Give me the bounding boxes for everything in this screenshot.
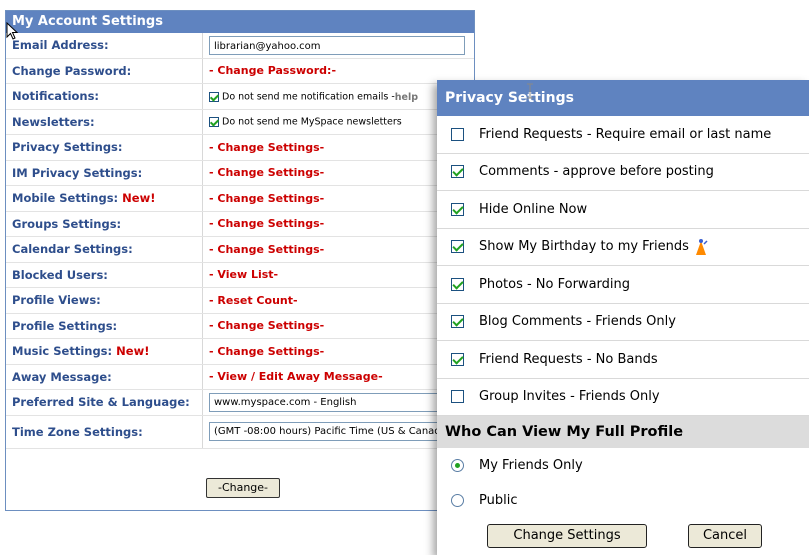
reset-count-link[interactable]: Reset Count <box>217 294 293 307</box>
radio-label: Public <box>479 493 518 508</box>
newsletters-checkbox-label: Do not send me MySpace newsletters <box>222 116 402 128</box>
privacy-settings-label: Privacy Settings: <box>6 134 203 161</box>
privacy-option[interactable]: Hide Online Now <box>437 191 809 229</box>
table-row: IM Privacy Settings: - Change Settings- <box>6 160 474 186</box>
change-password-label: Change Password: <box>6 58 203 84</box>
privacy-option[interactable]: Comments - approve before posting <box>437 154 809 191</box>
privacy-option[interactable]: Friend Requests - Require email or last … <box>437 116 809 154</box>
friend-requests-email-checkbox[interactable] <box>451 127 464 141</box>
email-field[interactable]: librarian@yahoo.com <box>209 35 465 55</box>
away-message-link[interactable]: View / Edit Away Message <box>217 370 378 383</box>
table-row: Change Password: - Change Password:- <box>6 58 474 84</box>
public-radio[interactable] <box>451 494 464 507</box>
table-row: Mobile Settings: New! - Change Settings- <box>6 185 474 212</box>
help-link[interactable]: help <box>395 92 418 103</box>
mobile-settings-link[interactable]: Change Settings <box>217 192 319 205</box>
comments-approve-checkbox[interactable] <box>451 165 464 179</box>
notifications-checkbox-label: Do not send me notification emails - <box>222 91 395 103</box>
blocked-users-label: Blocked Users: <box>6 262 203 288</box>
view-list-link[interactable]: View List <box>217 268 273 281</box>
photos-no-forwarding-checkbox[interactable] <box>451 277 464 291</box>
email-label: Email Address: <box>6 33 203 59</box>
profile-settings-label: Profile Settings: <box>6 313 203 339</box>
newsletters-label: Newsletters: <box>6 109 203 135</box>
group-invites-friends-checkbox[interactable] <box>451 390 464 404</box>
full-profile-heading: Who Can View My Full Profile <box>437 416 809 448</box>
account-settings-table: Email Address: librarian@yahoo.com Chang… <box>6 33 474 449</box>
table-row: Groups Settings: - Change Settings- <box>6 211 474 237</box>
table-row: Privacy Settings: - Change Settings- <box>6 134 474 161</box>
privacy-option[interactable]: Blog Comments - Friends Only <box>437 304 809 341</box>
privacy-option-label: Hide Online Now <box>479 201 588 217</box>
hide-online-now-checkbox[interactable] <box>451 202 464 216</box>
table-row: Blocked Users: - View List- <box>6 262 474 288</box>
new-badge: New! <box>116 344 150 359</box>
privacy-option[interactable]: Photos - No Forwarding <box>437 266 809 304</box>
time-zone-label: Time Zone Settings: <box>6 415 203 449</box>
privacy-option-label: Comments - approve before posting <box>479 164 714 180</box>
change-password-link[interactable]: Change Password: <box>217 64 331 77</box>
my-friends-only-radio[interactable] <box>451 459 464 472</box>
party-hat-icon <box>695 238 708 255</box>
notifications-label: Notifications: <box>6 83 203 110</box>
table-row: Newsletters: Do not send me MySpace news… <box>6 109 474 135</box>
radio-label: My Friends Only <box>479 458 583 473</box>
time-zone-select[interactable]: (GMT -08:00 hours) Pacific Time (US & Ca… <box>209 422 465 441</box>
privacy-option[interactable]: Show My Birthday to my Friends <box>437 229 809 266</box>
music-settings-label: Music Settings: <box>12 344 113 359</box>
change-button[interactable]: -Change- <box>206 478 280 498</box>
table-row: Preferred Site & Language: www.myspace.c… <box>6 389 474 416</box>
mouse-pointer-icon <box>6 22 18 40</box>
table-row: Notifications: Do not send me notificati… <box>6 83 474 110</box>
change-settings-button[interactable]: Change Settings <box>487 524 647 548</box>
privacy-option[interactable]: Friend Requests - No Bands <box>437 341 809 379</box>
calendar-settings-link[interactable]: Change Settings <box>217 243 319 256</box>
mobile-settings-label: Mobile Settings: <box>12 191 119 206</box>
site-language-label: Preferred Site & Language: <box>6 389 203 416</box>
privacy-option[interactable]: Group Invites - Friends Only <box>437 379 809 416</box>
profile-visibility-option[interactable]: My Friends Only <box>437 448 809 483</box>
privacy-option-label: Show My Birthday to my Friends <box>479 239 689 255</box>
cancel-button[interactable]: Cancel <box>688 524 762 548</box>
privacy-option-label: Friend Requests - No Bands <box>479 351 658 367</box>
table-row: Profile Settings: - Change Settings- <box>6 313 474 339</box>
calendar-settings-label: Calendar Settings: <box>6 236 203 263</box>
privacy-settings-link[interactable]: Change Settings <box>217 141 319 154</box>
account-settings-title: My Account Settings <box>6 11 474 33</box>
show-birthday-checkbox[interactable] <box>451 240 464 254</box>
table-row: Time Zone Settings: (GMT -08:00 hours) P… <box>6 415 474 449</box>
newsletters-checkbox[interactable] <box>209 117 219 128</box>
music-settings-link[interactable]: Change Settings <box>217 345 319 358</box>
table-row: Profile Views: - Reset Count- <box>6 287 474 314</box>
account-settings-panel: My Account Settings Email Address: libra… <box>5 10 475 511</box>
table-row: Away Message: - View / Edit Away Message… <box>6 364 474 390</box>
privacy-option-label: Friend Requests - Require email or last … <box>479 126 772 142</box>
table-row: Music Settings: New! - Change Settings- <box>6 338 474 365</box>
privacy-option-label: Blog Comments - Friends Only <box>479 314 676 330</box>
new-badge: New! <box>122 191 156 206</box>
privacy-option-label: Group Invites - Friends Only <box>479 389 660 405</box>
privacy-settings-title: Privacy Settings <box>437 80 809 116</box>
groups-settings-link[interactable]: Change Settings <box>217 217 319 230</box>
profile-visibility-option[interactable]: Public <box>437 483 809 518</box>
friend-requests-no-bands-checkbox[interactable] <box>451 352 464 366</box>
notifications-checkbox[interactable] <box>209 91 219 102</box>
table-row: Calendar Settings: - Change Settings- <box>6 236 474 263</box>
blog-comments-friends-checkbox[interactable] <box>451 315 464 329</box>
profile-settings-link[interactable]: Change Settings <box>217 319 319 332</box>
table-row: Email Address: librarian@yahoo.com <box>6 33 474 59</box>
groups-settings-label: Groups Settings: <box>6 211 203 237</box>
privacy-settings-panel: Privacy Settings Friend Requests - Requi… <box>437 80 809 555</box>
text-cursor-icon <box>527 83 533 99</box>
away-message-label: Away Message: <box>6 364 203 390</box>
profile-views-label: Profile Views: <box>6 287 203 314</box>
im-privacy-settings-link[interactable]: Change Settings <box>217 166 319 179</box>
privacy-option-label: Photos - No Forwarding <box>479 276 631 292</box>
im-privacy-settings-label: IM Privacy Settings: <box>6 160 203 186</box>
site-language-select[interactable]: www.myspace.com - English <box>209 392 465 412</box>
